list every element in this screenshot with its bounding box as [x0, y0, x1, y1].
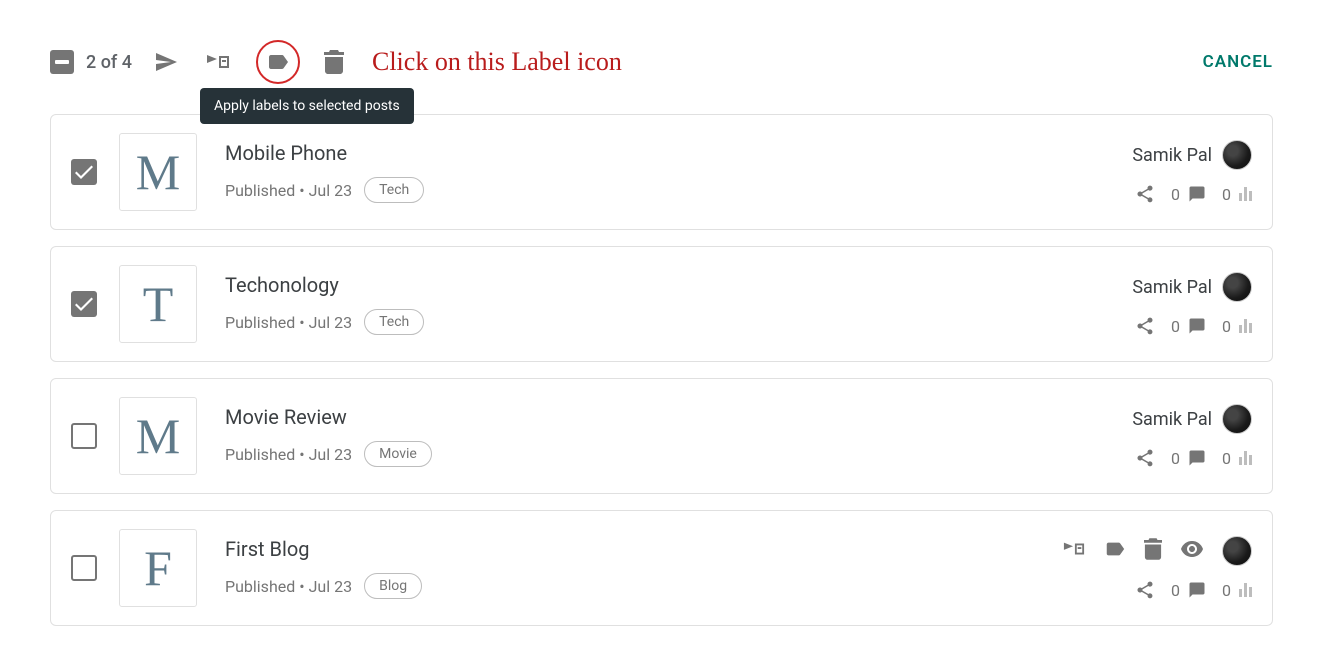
post-letter-thumbnail: T	[119, 265, 197, 343]
post-status-date: Published • Jul 23	[225, 181, 352, 200]
author-name: Samik Pal	[1132, 145, 1212, 166]
post-list: M Mobile Phone Published • Jul 23 Tech Samik…	[50, 114, 1273, 626]
views-stat[interactable]: 0	[1222, 185, 1252, 204]
stats-row: 00	[1135, 316, 1252, 336]
post-right: Samik Pal 00	[1132, 272, 1252, 336]
analytics-icon	[1239, 583, 1252, 597]
select-all-indicator[interactable]	[50, 50, 74, 74]
label-tooltip: Apply labels to selected posts	[200, 88, 414, 124]
post-letter-thumbnail: F	[119, 529, 197, 607]
stats-row: 00	[1135, 448, 1252, 468]
toolbar: 2 of 4 Click on this Label icon CANCEL A…	[50, 40, 1273, 84]
author-name: Samik Pal	[1132, 409, 1212, 430]
delete-icon[interactable]	[1144, 538, 1162, 564]
avatar[interactable]	[1222, 404, 1252, 434]
publish-icon[interactable]	[152, 48, 180, 76]
annotation-text: Click on this Label icon	[372, 47, 622, 77]
post-meta: Published • Jul 23 Movie	[225, 441, 1132, 467]
post-meta: Published • Jul 23 Tech	[225, 177, 1132, 203]
analytics-icon	[1239, 187, 1252, 201]
author-name: Samik Pal	[1132, 277, 1212, 298]
share-icon[interactable]	[1135, 316, 1155, 336]
post-row[interactable]: F First Blog Published • Jul 23 Blog 00	[50, 510, 1273, 626]
post-title[interactable]: First Blog	[225, 537, 1062, 561]
author-row: Samik Pal	[1132, 404, 1252, 434]
avatar[interactable]	[1222, 536, 1252, 566]
post-right: Samik Pal 00	[1132, 404, 1252, 468]
analytics-icon	[1239, 451, 1252, 465]
avatar[interactable]	[1222, 140, 1252, 170]
label-icon[interactable]	[256, 40, 300, 84]
post-title[interactable]: Movie Review	[225, 405, 1132, 429]
post-row[interactable]: M Movie Review Published • Jul 23 Movie Sami…	[50, 378, 1273, 494]
avatar[interactable]	[1222, 272, 1252, 302]
delete-icon[interactable]	[320, 48, 348, 76]
preview-icon[interactable]	[1180, 541, 1204, 561]
post-label-chip[interactable]: Blog	[364, 573, 422, 599]
post-meta: Published • Jul 23 Blog	[225, 573, 1062, 599]
share-icon[interactable]	[1135, 448, 1155, 468]
comments-stat[interactable]: 0	[1171, 185, 1206, 204]
post-letter-thumbnail: M	[119, 133, 197, 211]
post-right: 00	[1062, 536, 1252, 600]
post-checkbox[interactable]	[71, 555, 97, 581]
cancel-button[interactable]: CANCEL	[1203, 52, 1273, 72]
post-info: Movie Review Published • Jul 23 Movie	[225, 405, 1132, 467]
share-icon[interactable]	[1135, 184, 1155, 204]
selection-count: 2 of 4	[86, 52, 132, 73]
analytics-icon	[1239, 319, 1252, 333]
post-checkbox[interactable]	[71, 423, 97, 449]
comments-stat[interactable]: 0	[1171, 317, 1206, 336]
stats-row: 00	[1135, 580, 1252, 600]
post-status-date: Published • Jul 23	[225, 313, 352, 332]
views-stat[interactable]: 0	[1222, 317, 1252, 336]
stats-row: 00	[1135, 184, 1252, 204]
comments-stat[interactable]: 0	[1171, 581, 1206, 600]
post-meta: Published • Jul 23 Tech	[225, 309, 1132, 335]
post-right: Samik Pal 00	[1132, 140, 1252, 204]
hover-actions	[1062, 536, 1252, 566]
comments-stat[interactable]: 0	[1171, 449, 1206, 468]
revert-draft-icon[interactable]	[1062, 538, 1086, 564]
post-label-chip[interactable]: Movie	[364, 441, 432, 467]
post-status-date: Published • Jul 23	[225, 577, 352, 596]
views-stat[interactable]: 0	[1222, 581, 1252, 600]
post-status-date: Published • Jul 23	[225, 445, 352, 464]
label-icon[interactable]	[1104, 538, 1126, 564]
author-row: Samik Pal	[1132, 272, 1252, 302]
post-row[interactable]: T Techonology Published • Jul 23 Tech Samik …	[50, 246, 1273, 362]
post-checkbox[interactable]	[71, 291, 97, 317]
post-info: Mobile Phone Published • Jul 23 Tech	[225, 141, 1132, 203]
post-label-chip[interactable]: Tech	[364, 309, 424, 335]
post-info: Techonology Published • Jul 23 Tech	[225, 273, 1132, 335]
post-row[interactable]: M Mobile Phone Published • Jul 23 Tech Samik…	[50, 114, 1273, 230]
views-stat[interactable]: 0	[1222, 449, 1252, 468]
post-title[interactable]: Mobile Phone	[225, 141, 1132, 165]
revert-draft-icon[interactable]	[204, 48, 232, 76]
post-letter-thumbnail: M	[119, 397, 197, 475]
post-title[interactable]: Techonology	[225, 273, 1132, 297]
post-info: First Blog Published • Jul 23 Blog	[225, 537, 1062, 599]
author-row: Samik Pal	[1132, 140, 1252, 170]
share-icon[interactable]	[1135, 580, 1155, 600]
post-checkbox[interactable]	[71, 159, 97, 185]
post-label-chip[interactable]: Tech	[364, 177, 424, 203]
